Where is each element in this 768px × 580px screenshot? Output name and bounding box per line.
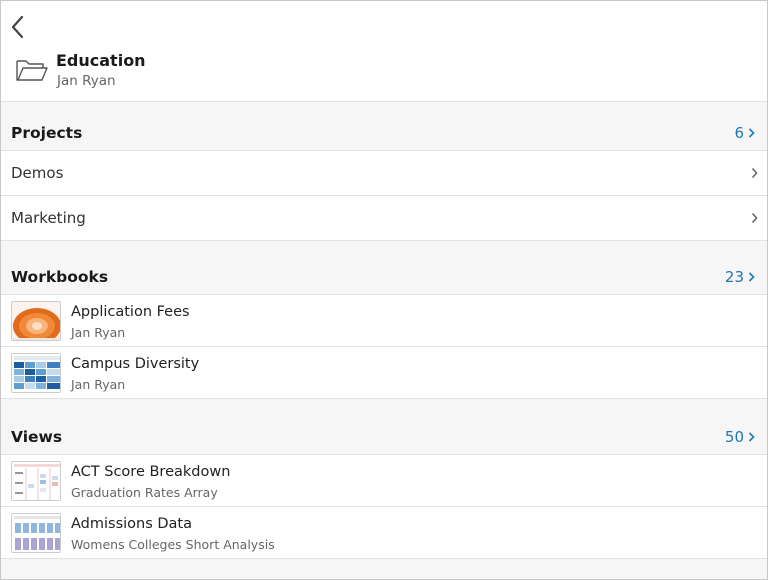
- workbook-row-campus-diversity[interactable]: Campus Diversity Jan Ryan: [1, 347, 767, 399]
- folder-icon: [15, 57, 49, 83]
- view-name: ACT Score Breakdown: [71, 464, 231, 480]
- views-count: 50: [724, 428, 744, 446]
- workbooks-section-header: Workbooks 23: [1, 247, 767, 295]
- workbook-owner: Jan Ryan: [71, 377, 126, 392]
- chevron-right-icon: [748, 432, 755, 442]
- workbooks-count: 23: [724, 268, 744, 286]
- views-section-title: Views: [11, 428, 63, 446]
- app-frame: Education Jan Ryan Projects 6 Demos Mark…: [0, 0, 768, 580]
- workbook-name: Campus Diversity: [71, 356, 200, 372]
- workbook-thumbnail: [11, 353, 61, 393]
- view-thumbnail: [11, 513, 61, 553]
- back-button[interactable]: [7, 13, 29, 41]
- projects-section-header: Projects 6: [1, 103, 767, 151]
- project-label: Marketing: [11, 209, 86, 227]
- view-workbook: Womens Colleges Short Analysis: [71, 537, 275, 552]
- project-row-marketing[interactable]: Marketing: [1, 196, 767, 241]
- view-workbook: Graduation Rates Array: [71, 485, 218, 500]
- view-row-admissions-data[interactable]: Admissions Data Womens Colleges Short An…: [1, 507, 767, 559]
- workbook-row-application-fees[interactable]: Application Fees Jan Ryan: [1, 295, 767, 347]
- views-section-header: Views 50: [1, 407, 767, 455]
- view-name: Admissions Data: [71, 516, 193, 532]
- chevron-right-icon: [751, 167, 758, 179]
- projects-count: 6: [734, 124, 744, 142]
- views-count-link[interactable]: 50: [725, 428, 755, 446]
- projects-count-link[interactable]: 6: [734, 124, 755, 142]
- view-thumbnail: [11, 461, 61, 501]
- workbooks-count-link[interactable]: 23: [725, 268, 755, 286]
- chevron-right-icon: [751, 212, 758, 224]
- chevron-right-icon: [748, 128, 755, 138]
- workbooks-section-title: Workbooks: [11, 268, 109, 286]
- workbook-thumbnail: [11, 301, 61, 341]
- back-chevron-icon: [11, 15, 24, 39]
- projects-section-title: Projects: [11, 124, 83, 142]
- workbook-owner: Jan Ryan: [71, 325, 126, 340]
- chevron-right-icon: [748, 272, 755, 282]
- project-label: Demos: [11, 164, 64, 182]
- workbook-name: Application Fees: [71, 304, 190, 320]
- view-row-act-score-breakdown[interactable]: ACT Score Breakdown Graduation Rates Arr…: [1, 455, 767, 507]
- folder-owner: Jan Ryan: [57, 73, 116, 89]
- folder-title: Education: [56, 51, 146, 70]
- folder-header: Education Jan Ryan: [1, 1, 767, 102]
- project-row-demos[interactable]: Demos: [1, 151, 767, 196]
